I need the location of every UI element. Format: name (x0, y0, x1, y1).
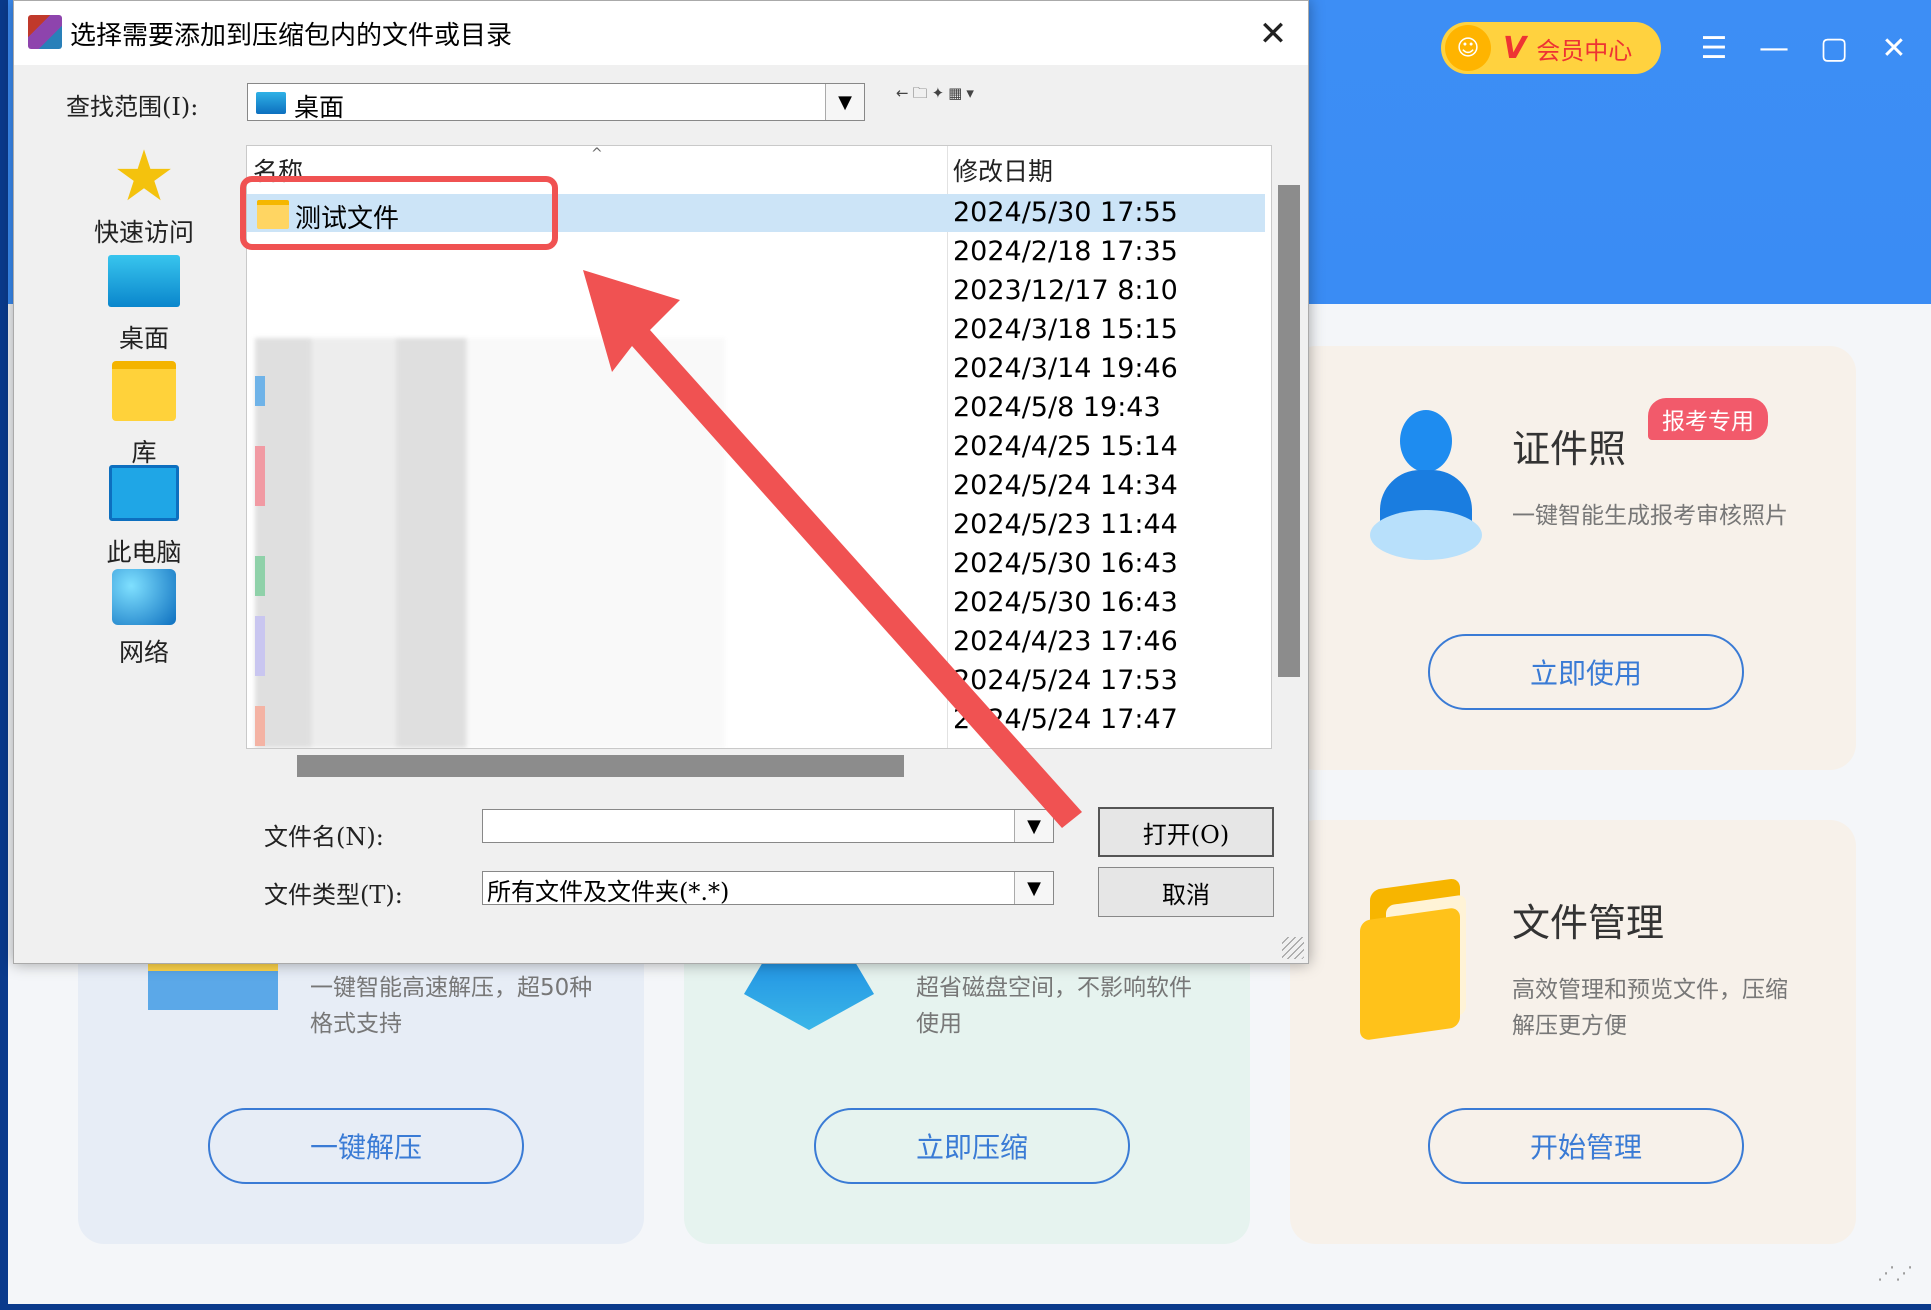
file-row[interactable]: 2024/5/8 19:43 (247, 389, 1271, 427)
use-now-button[interactable]: 立即使用 (1428, 634, 1744, 710)
maximize-icon[interactable]: ▢ (1814, 28, 1854, 68)
look-in-value: 桌面 (294, 93, 345, 122)
file-row-date: 2024/4/25 15:14 (953, 431, 1178, 462)
file-row[interactable]: 2024/5/30 16:43 (247, 584, 1271, 622)
new-folder-icon[interactable]: ✦ (932, 84, 949, 102)
sort-arrow-icon: ^ (591, 146, 603, 162)
dialog-toolbar: ←🗀✦▦▾ (896, 83, 978, 108)
place-label: 桌面 (118, 324, 169, 353)
minimize-icon[interactable]: — (1754, 28, 1794, 68)
file-row-date: 2024/5/23 11:44 (953, 509, 1178, 540)
start-manage-button[interactable]: 开始管理 (1428, 1108, 1744, 1184)
file-row-date: 2024/3/14 19:46 (953, 353, 1178, 384)
look-in-combo[interactable]: 桌面 ▼ (247, 83, 865, 122)
place-label: 网络 (118, 638, 169, 667)
exam-badge: 报考专用 (1648, 398, 1768, 440)
file-select-dialog: 选择需要添加到压缩包内的文件或目录 ✕ 查找范围(I): 桌面 ▼ ←🗀✦▦▾ … (13, 0, 1309, 964)
winrar-icon (28, 15, 62, 49)
place-network[interactable]: 网络 (62, 569, 226, 669)
open-button[interactable]: 打开(O) (1098, 807, 1274, 857)
file-row-date: 2024/5/8 19:43 (953, 392, 1161, 423)
id-photo-title: 证件照 (1512, 427, 1627, 471)
file-manage-card: 文件管理 高效管理和预览文件，压缩解压更方便 开始管理 (1290, 820, 1856, 1244)
app-resize-grip[interactable]: ⋰⋰ (1877, 1263, 1913, 1284)
place-quick-access[interactable]: ★ 快速访问 (62, 141, 226, 249)
highlight-frame (240, 176, 558, 250)
filetype-value: 所有文件及文件夹(*.*) (487, 878, 730, 906)
dialog-close-icon[interactable]: ✕ (1248, 9, 1298, 59)
vertical-scrollbar-thumb[interactable] (1278, 185, 1300, 677)
computer-icon (109, 465, 179, 521)
menu-icon[interactable]: ☰ (1694, 28, 1734, 68)
network-icon (112, 569, 176, 625)
id-photo-card: 证件照 报考专用 一键智能生成报考审核照片 立即使用 (1290, 346, 1856, 770)
vip-avatar-icon: ☺ (1445, 25, 1491, 71)
dialog-titlebar[interactable]: 选择需要添加到压缩包内的文件或目录 ✕ (14, 1, 1308, 65)
place-this-pc[interactable]: 此电脑 (62, 465, 226, 569)
desktop-small-icon (256, 92, 286, 114)
filetype-label: 文件类型(T): (264, 881, 403, 909)
one-click-extract-button[interactable]: 一键解压 (208, 1108, 524, 1184)
chevron-down-icon[interactable]: ▼ (825, 84, 864, 120)
star-icon: ★ (112, 135, 176, 217)
file-row-date: 2024/5/24 17:47 (953, 704, 1178, 735)
file-row-date: 2024/5/30 17:55 (953, 197, 1178, 228)
library-icon (112, 361, 176, 421)
chevron-down-icon[interactable]: ▼ (1014, 872, 1053, 904)
file-row-date: 2024/3/18 15:15 (953, 314, 1178, 345)
folder-manage-icon (1360, 877, 1480, 1042)
look-in-label: 查找范围(I): (66, 93, 199, 121)
up-folder-icon[interactable]: 🗀 (913, 84, 932, 102)
dialog-resize-grip[interactable] (1282, 937, 1304, 959)
compress-desc: 超省磁盘空间，不影响软件使用 (916, 975, 1192, 1037)
file-row[interactable]: 2024/3/18 15:15 (247, 311, 1271, 349)
place-label: 快速访问 (93, 218, 194, 247)
file-row-date: 2024/2/18 17:35 (953, 236, 1178, 267)
chevron-down-icon[interactable]: ▼ (1014, 810, 1053, 842)
vip-label: 会员中心 (1536, 36, 1633, 65)
back-icon[interactable]: ← (896, 84, 913, 102)
column-header-modified[interactable]: 修改日期 (953, 152, 1053, 188)
file-row[interactable]: 2023/12/17 8:10 (247, 272, 1271, 310)
file-row[interactable]: 2024/4/25 15:14 (247, 428, 1271, 466)
filename-input[interactable]: ▼ (482, 809, 1054, 843)
cancel-button[interactable]: 取消 (1098, 867, 1274, 917)
place-label: 此电脑 (106, 538, 182, 567)
file-row-date: 2024/4/23 17:46 (953, 626, 1178, 657)
compress-now-button[interactable]: 立即压缩 (814, 1108, 1130, 1184)
extract-desc: 一键智能高速解压，超50种格式支持 (310, 975, 593, 1037)
filename-label: 文件名(N): (264, 823, 384, 851)
file-row-date: 2024/5/24 17:53 (953, 665, 1178, 696)
dialog-title: 选择需要添加到压缩包内的文件或目录 (70, 21, 513, 51)
id-photo-icon (1370, 410, 1482, 562)
place-library[interactable]: 库 (62, 361, 226, 469)
file-row-date: 2024/5/24 14:34 (953, 470, 1178, 501)
file-row[interactable]: 2024/5/24 17:53 (247, 662, 1271, 700)
place-label: 库 (131, 438, 157, 467)
desktop-icon (108, 255, 180, 307)
file-row-date: 2024/5/30 16:43 (953, 548, 1178, 579)
file-row[interactable]: 2024/5/23 11:44 (247, 506, 1271, 544)
file-row[interactable]: 2024/5/30 16:43 (247, 545, 1271, 583)
horizontal-scrollbar-thumb[interactable] (297, 755, 904, 777)
file-row[interactable]: 2024/5/24 14:34 (247, 467, 1271, 505)
place-desktop[interactable]: 桌面 (62, 255, 226, 355)
id-photo-desc: 一键智能生成报考审核照片 (1512, 503, 1788, 529)
vip-center-button[interactable]: ☺ V 会员中心 (1441, 22, 1661, 74)
close-app-icon[interactable]: ✕ (1874, 28, 1914, 68)
file-manage-desc: 高效管理和预览文件，压缩解压更方便 (1512, 977, 1788, 1039)
file-row[interactable]: 2024/3/14 19:46 (247, 350, 1271, 388)
view-menu-icon[interactable]: ▦▾ (948, 84, 978, 102)
file-row-date: 2023/12/17 8:10 (953, 275, 1178, 306)
file-row[interactable]: 2024/4/23 17:46 (247, 623, 1271, 661)
file-row-date: 2024/5/30 16:43 (953, 587, 1178, 618)
filetype-select[interactable]: 所有文件及文件夹(*.*) ▼ (482, 871, 1054, 906)
vip-v-icon: V (1503, 30, 1527, 66)
file-manage-title: 文件管理 (1512, 901, 1665, 945)
file-row[interactable]: 2024/5/24 17:47 (247, 701, 1271, 739)
